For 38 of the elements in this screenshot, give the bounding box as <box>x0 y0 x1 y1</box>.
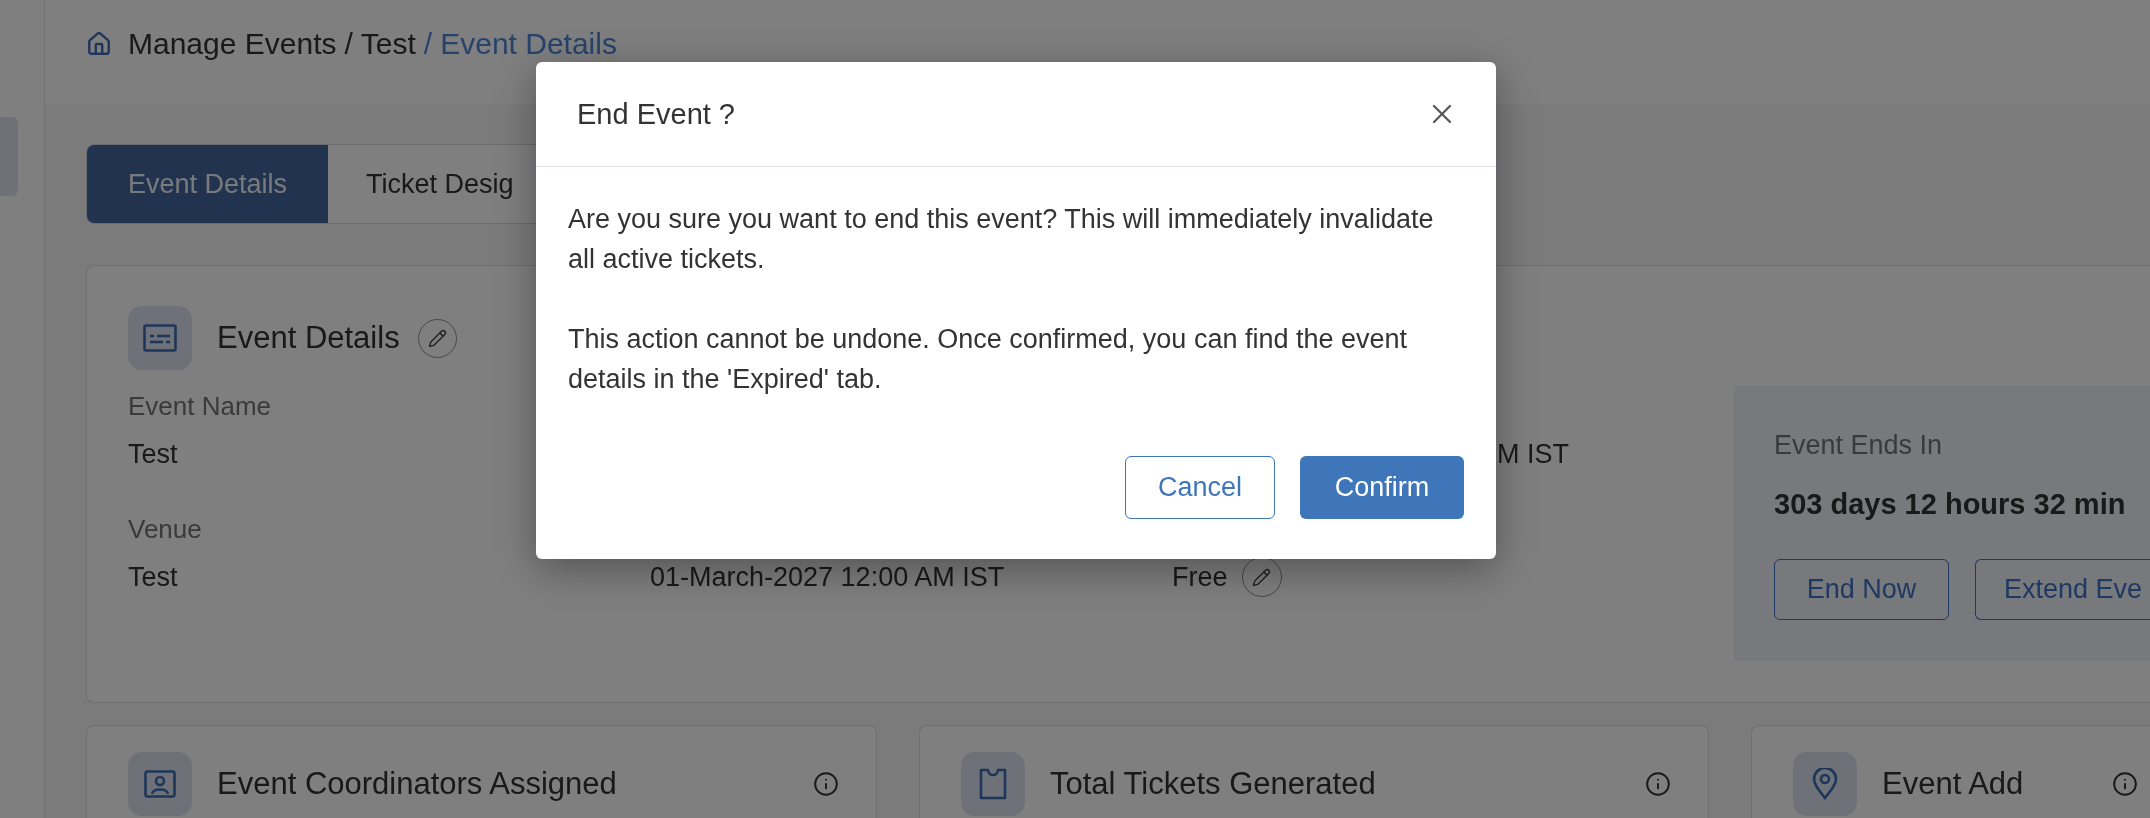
card-title: Event Coordinators Assigned <box>217 765 617 803</box>
extend-event-button[interactable]: Extend Eve <box>1975 559 2150 620</box>
breadcrumb-item[interactable]: Manage Events <box>128 26 337 62</box>
ticket-icon <box>961 752 1025 816</box>
breadcrumb-item[interactable]: Test <box>360 26 416 62</box>
breadcrumb-separator: / <box>423 26 433 62</box>
pencil-icon <box>1252 567 1272 587</box>
info-icon[interactable] <box>813 771 839 797</box>
field-value: Test <box>128 439 178 469</box>
dialog-title: End Event ? <box>577 97 735 132</box>
end-now-button[interactable]: End Now <box>1774 559 1949 620</box>
info-icon[interactable] <box>1645 771 1671 797</box>
cancel-button[interactable]: Cancel <box>1125 456 1275 519</box>
info-icon[interactable] <box>2112 771 2138 797</box>
countdown-label: Event Ends In <box>1774 430 1943 460</box>
field-value: Test <box>128 562 178 592</box>
contact-card-icon <box>128 752 192 816</box>
field-value: 01-March-2027 12:00 AM IST <box>650 562 1005 592</box>
breadcrumb-item[interactable]: Event Details <box>440 26 617 62</box>
home-icon[interactable] <box>86 31 112 57</box>
dialog-message: This action cannot be undone. Once confirmed, you can find the event details in the 'Expired' tab. <box>568 323 1409 396</box>
field-value: Free <box>1172 562 1228 592</box>
field-label: Venue <box>128 514 202 544</box>
countdown-value: 303 days 12 hours 32 min <box>1774 487 2126 521</box>
confirm-button[interactable]: Confirm <box>1300 456 1464 519</box>
field-label: Event Name <box>128 391 272 421</box>
close-button[interactable] <box>1430 102 1454 126</box>
tab[interactable]: Event Details <box>87 145 329 223</box>
card-title: Total Tickets Generated <box>1050 765 1376 803</box>
map-pin-icon <box>1793 752 1857 816</box>
dialog-message: Are you sure you want to end this event? This will immediately invalidate all active tickets. <box>568 203 1435 276</box>
close-icon <box>1432 104 1452 124</box>
field-value: M IST <box>1497 439 1569 469</box>
id-card-icon <box>128 306 192 370</box>
card-title: Event Add <box>1882 765 2024 803</box>
card-title: Event Details <box>217 319 400 357</box>
breadcrumb-separator: / <box>344 26 353 62</box>
pencil-icon <box>427 328 447 348</box>
